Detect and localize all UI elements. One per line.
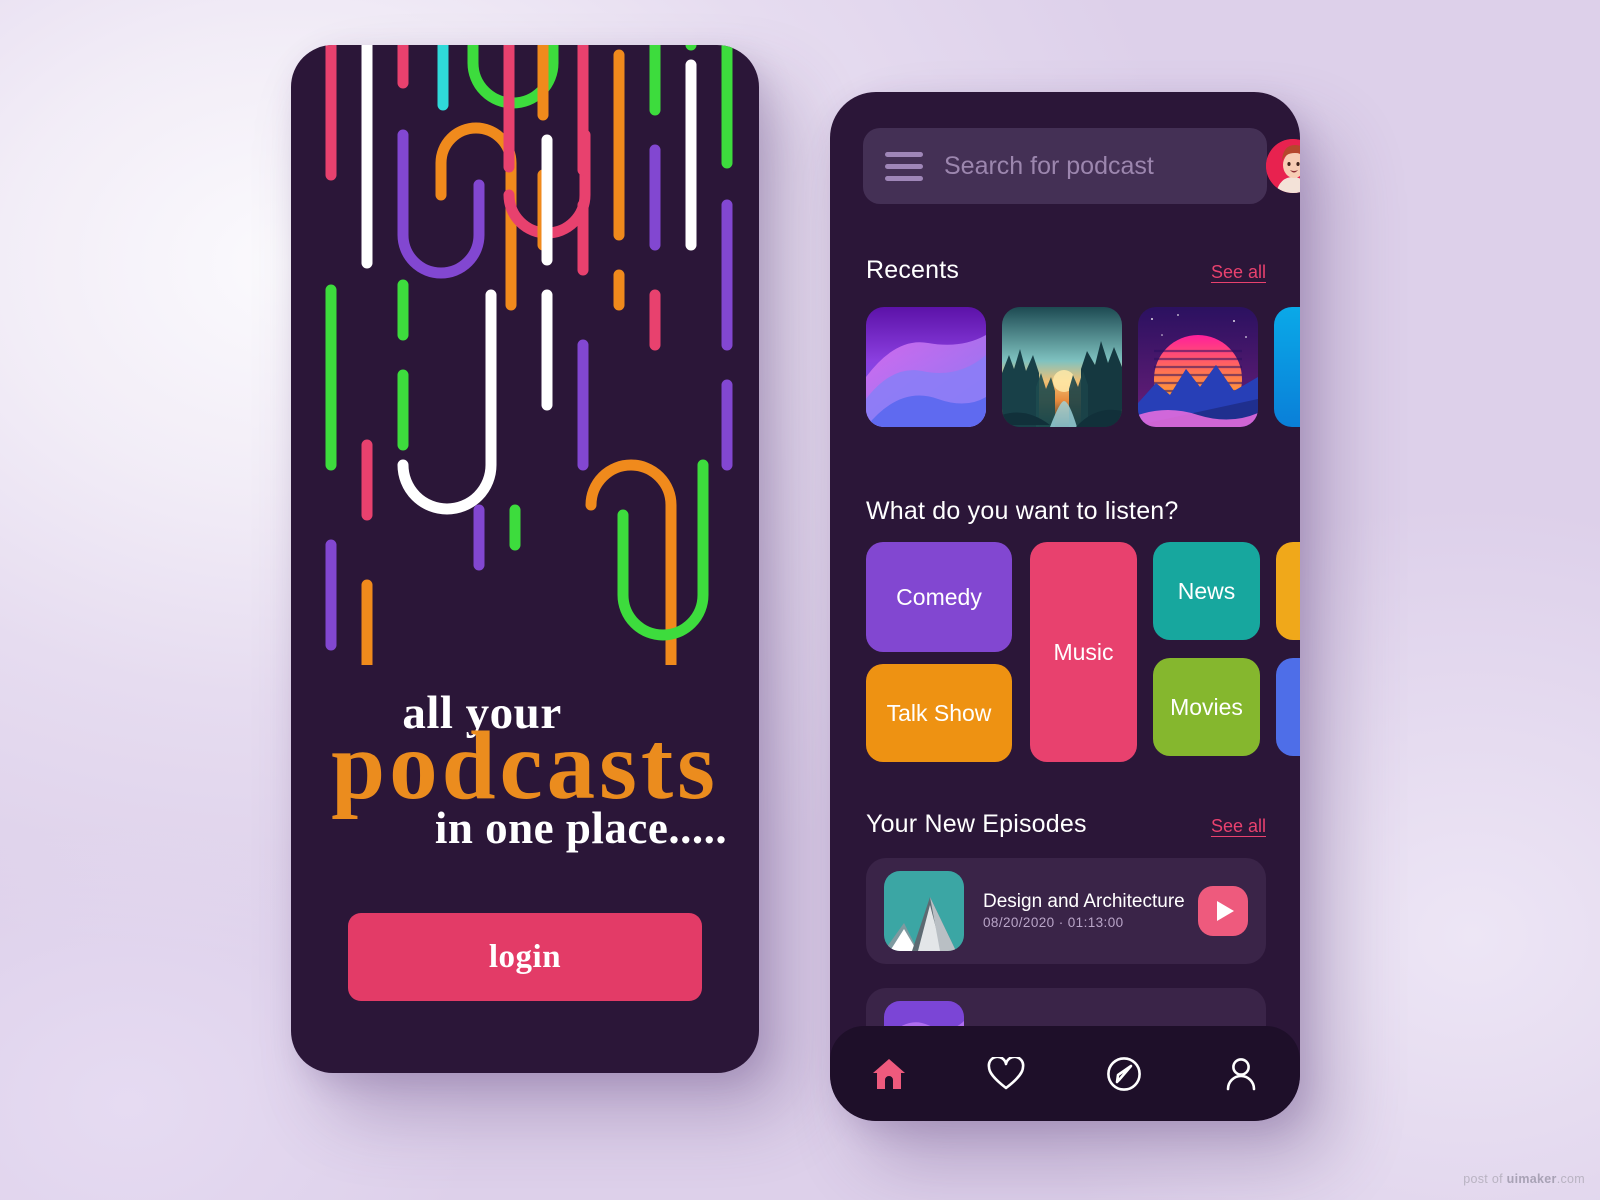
categories-header: What do you want to listen? bbox=[866, 497, 1266, 526]
person-icon bbox=[1226, 1057, 1256, 1090]
category-grid: Comedy Talk Show Music News Movies bbox=[866, 542, 1300, 762]
avatar[interactable] bbox=[1266, 139, 1300, 193]
category-music[interactable]: Music bbox=[1030, 542, 1137, 762]
background-gradient bbox=[0, 0, 1600, 1200]
bottom-navigation bbox=[830, 1026, 1300, 1121]
episode-card[interactable]: Design and Architecture 08/20/2020 · 01:… bbox=[866, 858, 1266, 964]
episodes-title: Your New Episodes bbox=[866, 810, 1087, 838]
watermark-brand: uimaker bbox=[1506, 1172, 1557, 1186]
home-phone: Recents See all bbox=[830, 92, 1300, 1121]
recents-item[interactable] bbox=[1002, 307, 1122, 427]
hero-line-2: podcasts bbox=[331, 712, 719, 819]
recents-title: Recents bbox=[866, 256, 960, 284]
categories-title: What do you want to listen? bbox=[866, 497, 1179, 525]
episode-info: Design and Architecture 08/20/2020 · 01:… bbox=[964, 890, 1198, 932]
compass-icon bbox=[1106, 1056, 1141, 1091]
episodes-header: Your New Episodes See all bbox=[866, 810, 1266, 839]
watermark: post of uimaker.com bbox=[1463, 1172, 1585, 1186]
search-input[interactable] bbox=[923, 151, 1266, 181]
category-news[interactable]: News bbox=[1153, 542, 1260, 640]
home-icon bbox=[872, 1058, 905, 1089]
recents-item[interactable] bbox=[1138, 307, 1258, 427]
category-movies[interactable]: Movies bbox=[1153, 658, 1260, 756]
recents-item[interactable] bbox=[1274, 307, 1300, 427]
nav-favorites[interactable] bbox=[978, 1049, 1034, 1099]
recents-see-all-link[interactable]: See all bbox=[1211, 262, 1266, 283]
watermark-prefix: post of bbox=[1463, 1172, 1507, 1186]
category-overflow-2[interactable] bbox=[1276, 658, 1300, 756]
category-overflow-1[interactable] bbox=[1276, 542, 1300, 640]
play-button[interactable] bbox=[1198, 886, 1248, 936]
nav-explore[interactable] bbox=[1096, 1049, 1152, 1099]
episodes-see-all-link[interactable]: See all bbox=[1211, 816, 1266, 837]
recents-item[interactable] bbox=[866, 307, 986, 427]
decorative-line-pattern bbox=[325, 45, 733, 665]
login-button[interactable]: login bbox=[348, 913, 702, 1001]
nav-home[interactable] bbox=[861, 1049, 917, 1099]
nav-profile[interactable] bbox=[1213, 1049, 1269, 1099]
episode-artwork bbox=[884, 871, 964, 951]
recents-header: Recents See all bbox=[866, 256, 1266, 285]
episode-title: Design and Architecture bbox=[983, 890, 1185, 912]
hero-heading: all your podcasts in one place..... bbox=[291, 690, 759, 851]
heart-icon bbox=[987, 1056, 1025, 1089]
category-talk-show[interactable]: Talk Show bbox=[866, 664, 1012, 762]
onboarding-phone: all your podcasts in one place..... logi… bbox=[291, 45, 759, 1073]
recents-carousel[interactable] bbox=[866, 307, 1300, 427]
category-comedy[interactable]: Comedy bbox=[866, 542, 1012, 652]
watermark-suffix: .com bbox=[1556, 1172, 1585, 1186]
play-icon bbox=[1216, 901, 1234, 921]
hamburger-menu-icon[interactable] bbox=[885, 151, 923, 181]
search-bar[interactable] bbox=[863, 128, 1300, 204]
episode-meta: 08/20/2020 · 01:13:00 bbox=[983, 915, 1124, 931]
